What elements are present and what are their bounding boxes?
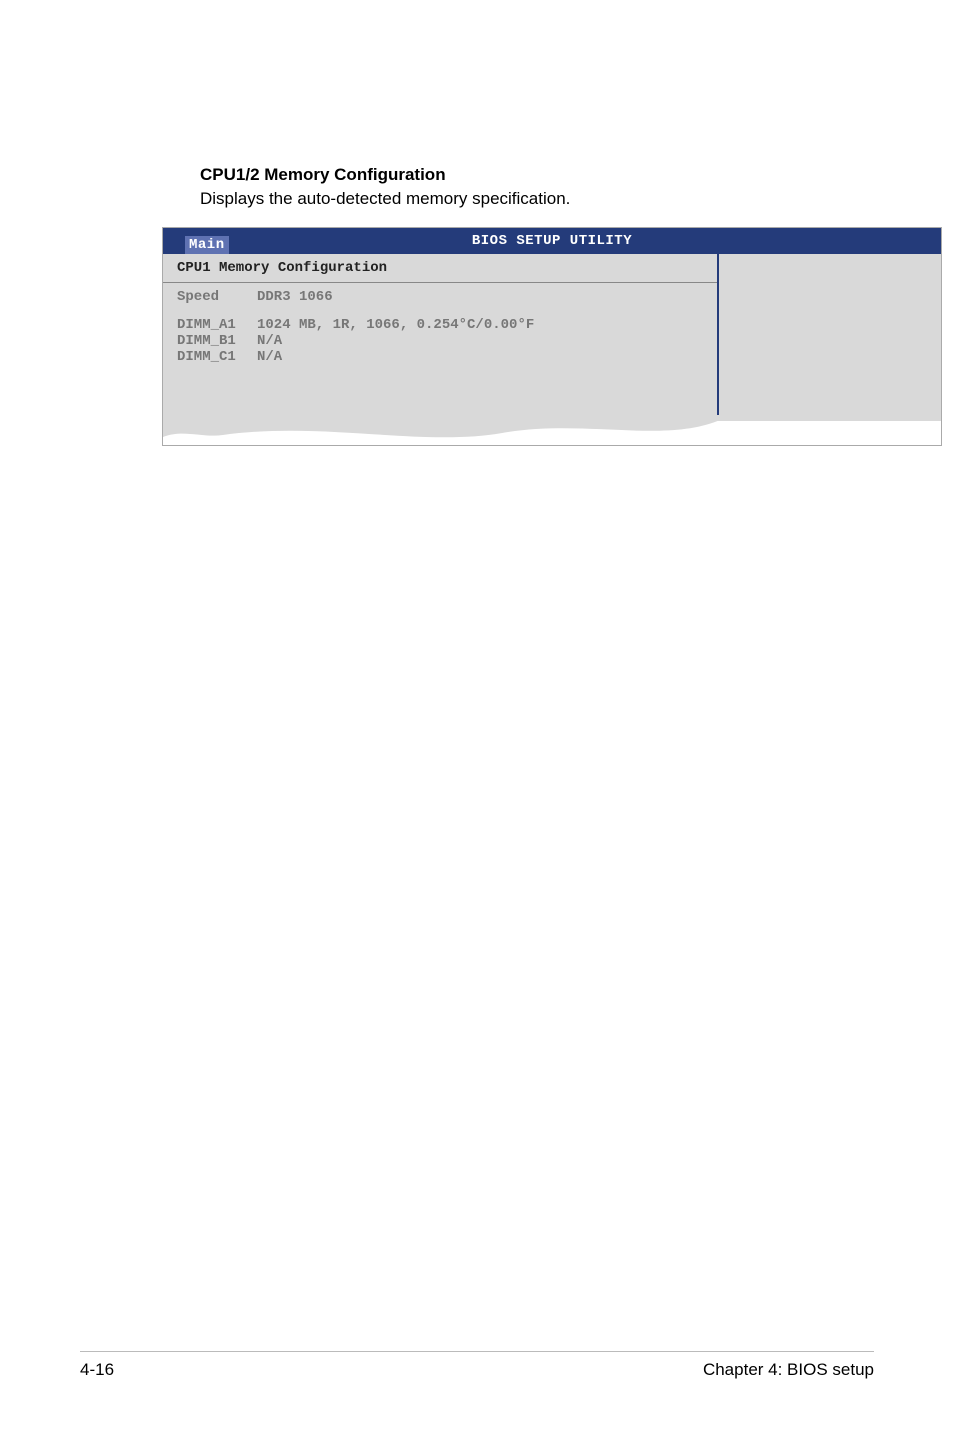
bios-tab-main: Main xyxy=(185,236,229,254)
bios-right-panel xyxy=(719,254,941,415)
bios-row-label: DIMM_A1 xyxy=(177,317,257,333)
content-block: CPU1/2 Memory Configuration Displays the… xyxy=(200,165,900,446)
bios-row-speed: Speed DDR3 1066 xyxy=(177,289,703,305)
page-footer: 4-16 Chapter 4: BIOS setup xyxy=(80,1351,874,1380)
bios-row-label: Speed xyxy=(177,289,257,305)
bios-torn-edge xyxy=(163,415,941,445)
bios-section-title: CPU1 Memory Configuration xyxy=(163,254,717,283)
bios-row-label: DIMM_C1 xyxy=(177,349,257,365)
bios-row-dimm-a1: DIMM_A1 1024 MB, 1R, 1066, 0.254°C/0.00°… xyxy=(177,317,703,333)
bios-row-dimm-c1: DIMM_C1 N/A xyxy=(177,349,703,365)
bios-row-value: 1024 MB, 1R, 1066, 0.254°C/0.00°F xyxy=(257,317,703,333)
bios-rows: Speed DDR3 1066 DIMM_A1 1024 MB, 1R, 106… xyxy=(163,283,717,415)
section-description: Displays the auto-detected memory specif… xyxy=(200,189,900,209)
footer-page-number: 4-16 xyxy=(80,1360,114,1380)
bios-row-value: DDR3 1066 xyxy=(257,289,703,305)
footer-chapter: Chapter 4: BIOS setup xyxy=(703,1360,874,1380)
bios-screenshot: Main BIOS SETUP UTILITY CPU1 Memory Conf… xyxy=(162,227,942,446)
section-heading: CPU1/2 Memory Configuration xyxy=(200,165,900,185)
bios-title: BIOS SETUP UTILITY xyxy=(472,233,632,249)
bios-header-bar: Main BIOS SETUP UTILITY xyxy=(163,228,941,254)
bios-row-value: N/A xyxy=(257,333,703,349)
bios-left-panel: CPU1 Memory Configuration Speed DDR3 106… xyxy=(163,254,719,415)
page: CPU1/2 Memory Configuration Displays the… xyxy=(0,0,954,1438)
bios-row-value: N/A xyxy=(257,349,703,365)
bios-row-dimm-b1: DIMM_B1 N/A xyxy=(177,333,703,349)
bios-body: CPU1 Memory Configuration Speed DDR3 106… xyxy=(163,254,941,415)
bios-row-label: DIMM_B1 xyxy=(177,333,257,349)
